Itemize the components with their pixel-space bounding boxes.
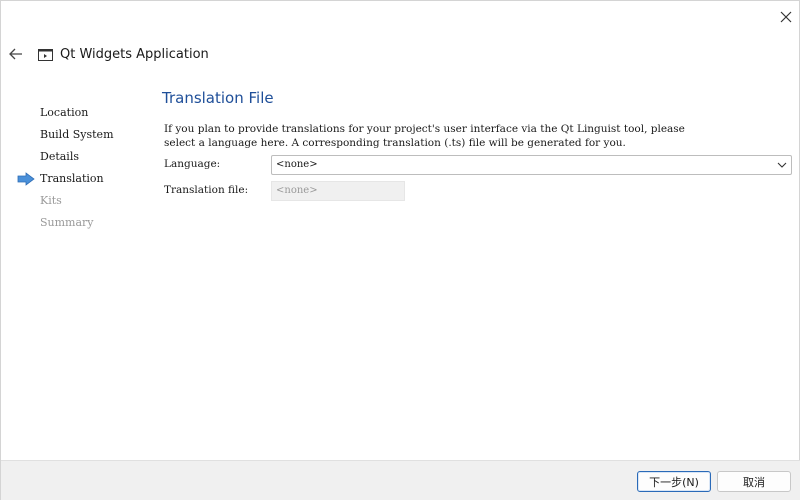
close-button[interactable] xyxy=(771,5,800,29)
next-button[interactable]: 下一步(N) xyxy=(637,471,711,492)
cancel-button[interactable]: 取消 xyxy=(717,471,791,492)
description-line: If you plan to provide translations for … xyxy=(164,123,685,135)
current-step-arrow-icon xyxy=(17,172,35,186)
wizard-window: Qt Widgets Application Location Build Sy… xyxy=(0,0,800,500)
step-translation: Translation xyxy=(1,171,151,193)
translation-file-value: <none> xyxy=(276,185,318,196)
back-arrow-icon xyxy=(9,48,22,60)
description-line: select a language here. A corresponding … xyxy=(164,137,626,149)
step-location: Location xyxy=(1,105,151,127)
page-title: Translation File xyxy=(162,89,274,107)
wizard-steps: Location Build System Details Translatio… xyxy=(1,105,151,237)
step-label: Kits xyxy=(40,194,62,207)
page-description: If you plan to provide translations for … xyxy=(164,122,794,150)
translation-file-field: <none> xyxy=(271,181,405,201)
button-bar: 下一步(N) 取消 xyxy=(1,460,800,500)
step-build-system: Build System xyxy=(1,127,151,149)
app-window-icon xyxy=(38,49,53,61)
language-select-value: <none> xyxy=(276,159,318,170)
chevron-down-icon xyxy=(777,162,787,168)
step-label: Summary xyxy=(40,216,94,229)
step-label: Details xyxy=(40,150,79,163)
step-details: Details xyxy=(1,149,151,171)
step-label: Build System xyxy=(40,128,114,141)
step-summary: Summary xyxy=(1,215,151,237)
close-icon xyxy=(780,11,792,23)
language-select[interactable]: <none> xyxy=(271,155,792,175)
window-title: Qt Widgets Application xyxy=(60,47,209,62)
translation-file-label: Translation file: xyxy=(164,184,249,196)
step-label: Location xyxy=(40,106,89,119)
step-label: Translation xyxy=(40,172,104,185)
language-label: Language: xyxy=(164,158,221,170)
back-button[interactable] xyxy=(5,44,27,64)
step-kits: Kits xyxy=(1,193,151,215)
